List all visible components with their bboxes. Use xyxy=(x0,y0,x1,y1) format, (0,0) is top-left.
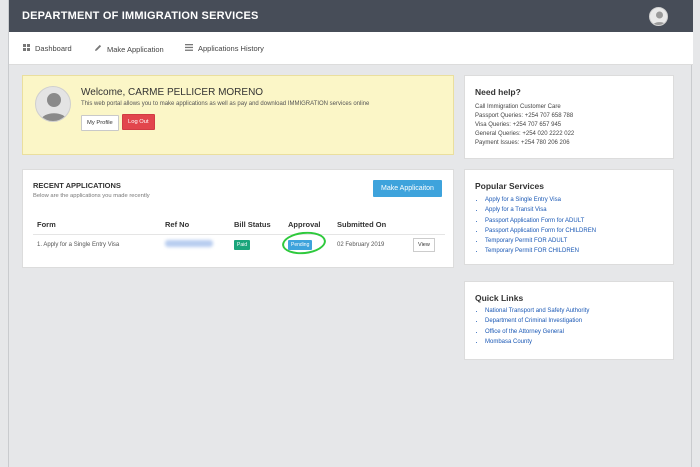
column-header-ref-no: Ref No xyxy=(165,220,190,229)
paid-badge: Paid xyxy=(234,239,251,250)
quick-link[interactable]: Mombasa County xyxy=(485,337,589,347)
dashboard-icon xyxy=(23,44,30,53)
cell-action: View xyxy=(409,234,445,254)
profile-avatar xyxy=(35,86,71,122)
help-line: Passport Queries: +254 707 658 788 xyxy=(475,113,574,119)
popular-service-link[interactable]: Temporary Permit FOR ADULT xyxy=(485,236,596,246)
quick-links-list: National Transport and Safety Authority … xyxy=(485,306,589,347)
nav-bar: Dashboard Make Application Applications … xyxy=(9,32,693,65)
table-row: 1. Apply for a Single Entry Visa Paid Pe… xyxy=(33,229,445,256)
pencil-icon xyxy=(94,44,102,54)
cell-approval: Pending xyxy=(280,229,333,256)
popular-service-link[interactable]: Passport Application Form for ADULT xyxy=(485,216,596,226)
help-card: Need help? Call Immigration Customer Car… xyxy=(464,75,674,159)
my-profile-button[interactable]: My Profile xyxy=(81,115,119,131)
help-line: Visa Queries: +254 707 657 945 xyxy=(475,122,562,128)
popular-services-list: Apply for a Single Entry Visa Apply for … xyxy=(485,195,596,257)
column-header-form: Form xyxy=(37,220,56,229)
list-icon xyxy=(185,44,193,53)
recent-applications-title: RECENT APPLICATIONS xyxy=(33,181,121,190)
pending-badge: Pending xyxy=(280,229,328,256)
welcome-title: Welcome, CARME PELLICER MORENO xyxy=(81,87,264,98)
table-header-row: Form Ref No Bill Status Approval Submitt… xyxy=(33,218,445,235)
welcome-card: Welcome, CARME PELLICER MORENO This web … xyxy=(22,75,454,155)
popular-services-title: Popular Services xyxy=(475,181,544,191)
nav-label-applications-history: Applications History xyxy=(198,44,264,53)
column-header-action xyxy=(409,218,445,235)
cell-bill-status: Paid xyxy=(230,234,284,254)
nav-item-make-application[interactable]: Make Application xyxy=(94,44,164,54)
popular-service-link[interactable]: Passport Application Form for CHILDREN xyxy=(485,226,596,236)
cell-ref-no xyxy=(161,234,230,254)
recent-applications-card: RECENT APPLICATIONS Below are the applic… xyxy=(22,169,454,268)
help-lines: Call Immigration Customer Care Passport … xyxy=(475,103,574,148)
welcome-subtitle: This web portal allows you to make appli… xyxy=(81,101,370,107)
nav-label-dashboard: Dashboard xyxy=(35,44,72,53)
quick-links-card: Quick Links National Transport and Safet… xyxy=(464,281,674,360)
applications-table: Form Ref No Bill Status Approval Submitt… xyxy=(33,218,445,256)
view-button[interactable]: View xyxy=(413,237,435,252)
log-out-button[interactable]: Log Out xyxy=(122,114,155,130)
quick-link[interactable]: Department of Criminal Investigation xyxy=(485,316,589,326)
quick-links-title: Quick Links xyxy=(475,293,524,303)
column-header-bill-status: Bill Status xyxy=(234,220,271,229)
quick-link[interactable]: Office of the Attorney General xyxy=(485,327,589,337)
top-bar: DEPARTMENT OF IMMIGRATION SERVICES xyxy=(9,0,693,32)
help-line: Call Immigration Customer Care xyxy=(475,104,561,110)
cell-form: 1. Apply for a Single Entry Visa xyxy=(33,234,161,254)
popular-service-link[interactable]: Temporary Permit FOR CHILDREN xyxy=(485,246,596,256)
person-icon xyxy=(40,93,68,121)
help-line: Payment Issues: +254 780 206 206 xyxy=(475,140,570,146)
site-title: DEPARTMENT OF IMMIGRATION SERVICES xyxy=(22,10,259,22)
nav-item-applications-history[interactable]: Applications History xyxy=(185,44,264,53)
app-frame: DEPARTMENT OF IMMIGRATION SERVICES Dashb… xyxy=(8,0,693,467)
quick-link[interactable]: National Transport and Safety Authority xyxy=(485,306,589,316)
user-avatar[interactable] xyxy=(649,7,668,26)
help-title: Need help? xyxy=(475,87,521,97)
help-line: General Queries: +254 020 2222 022 xyxy=(475,131,575,137)
popular-services-card: Popular Services Apply for a Single Entr… xyxy=(464,169,674,265)
popular-service-link[interactable]: Apply for a Transit Visa xyxy=(485,205,596,215)
make-application-button[interactable]: Make Applicaiton xyxy=(373,180,442,197)
recent-applications-subtitle: Below are the applications you made rece… xyxy=(33,193,150,199)
nav-label-make-application: Make Application xyxy=(107,44,164,54)
redacted-ref-number xyxy=(165,240,213,247)
column-header-submitted-on: Submitted On xyxy=(337,220,387,229)
nav-item-dashboard[interactable]: Dashboard xyxy=(23,44,72,53)
cell-submitted-on: 02 February 2019 xyxy=(333,234,409,254)
person-icon xyxy=(652,11,667,25)
popular-service-link[interactable]: Apply for a Single Entry Visa xyxy=(485,195,596,205)
